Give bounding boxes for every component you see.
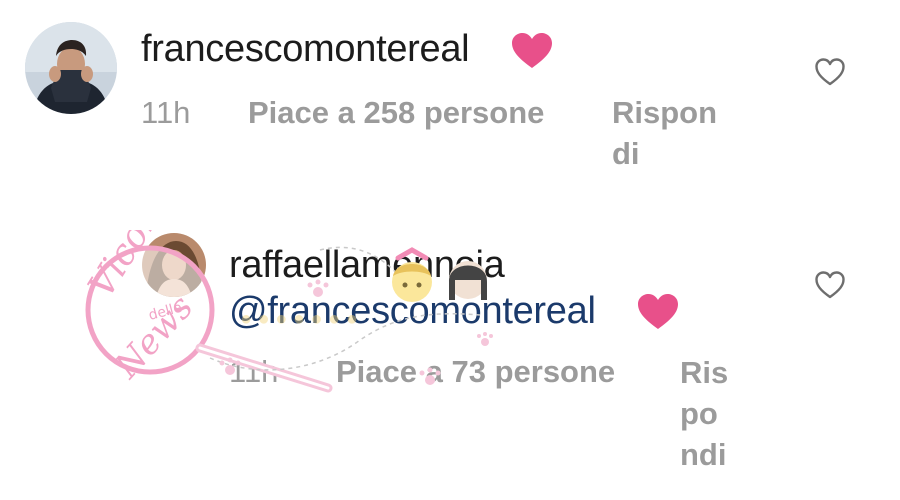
reply-label-line: po bbox=[680, 396, 718, 431]
comment-time: 11h bbox=[229, 354, 279, 389]
watermark-script-small: delle bbox=[147, 300, 184, 324]
reply-label-line: Rispon bbox=[612, 95, 718, 130]
reply-label-line: Ris bbox=[680, 355, 729, 390]
pink-heart-emoji-icon bbox=[512, 33, 552, 68]
pink-heart-emoji-icon bbox=[638, 294, 678, 329]
mention-link[interactable]: @francescomontereal bbox=[229, 290, 596, 333]
likes-count[interactable]: Piace a 258 persone bbox=[248, 95, 544, 131]
likes-count[interactable]: Piace a 73 persone bbox=[336, 354, 615, 390]
comment-time: 11h bbox=[141, 95, 191, 130]
avatar[interactable] bbox=[142, 233, 206, 297]
heart-outline-icon[interactable] bbox=[814, 270, 846, 300]
reply-label-line: ndi bbox=[680, 437, 727, 472]
reply-button[interactable]: Rispon di bbox=[612, 92, 717, 174]
watermark-script-bottom: News bbox=[106, 288, 201, 387]
username[interactable]: francescomontereal bbox=[141, 28, 470, 71]
reply-label-line: di bbox=[612, 136, 640, 171]
heart-outline-icon[interactable] bbox=[814, 57, 846, 87]
username[interactable]: raffaellamennoia bbox=[229, 244, 505, 287]
avatar[interactable] bbox=[25, 22, 117, 114]
reply-button[interactable]: Ris po ndi bbox=[680, 352, 728, 475]
